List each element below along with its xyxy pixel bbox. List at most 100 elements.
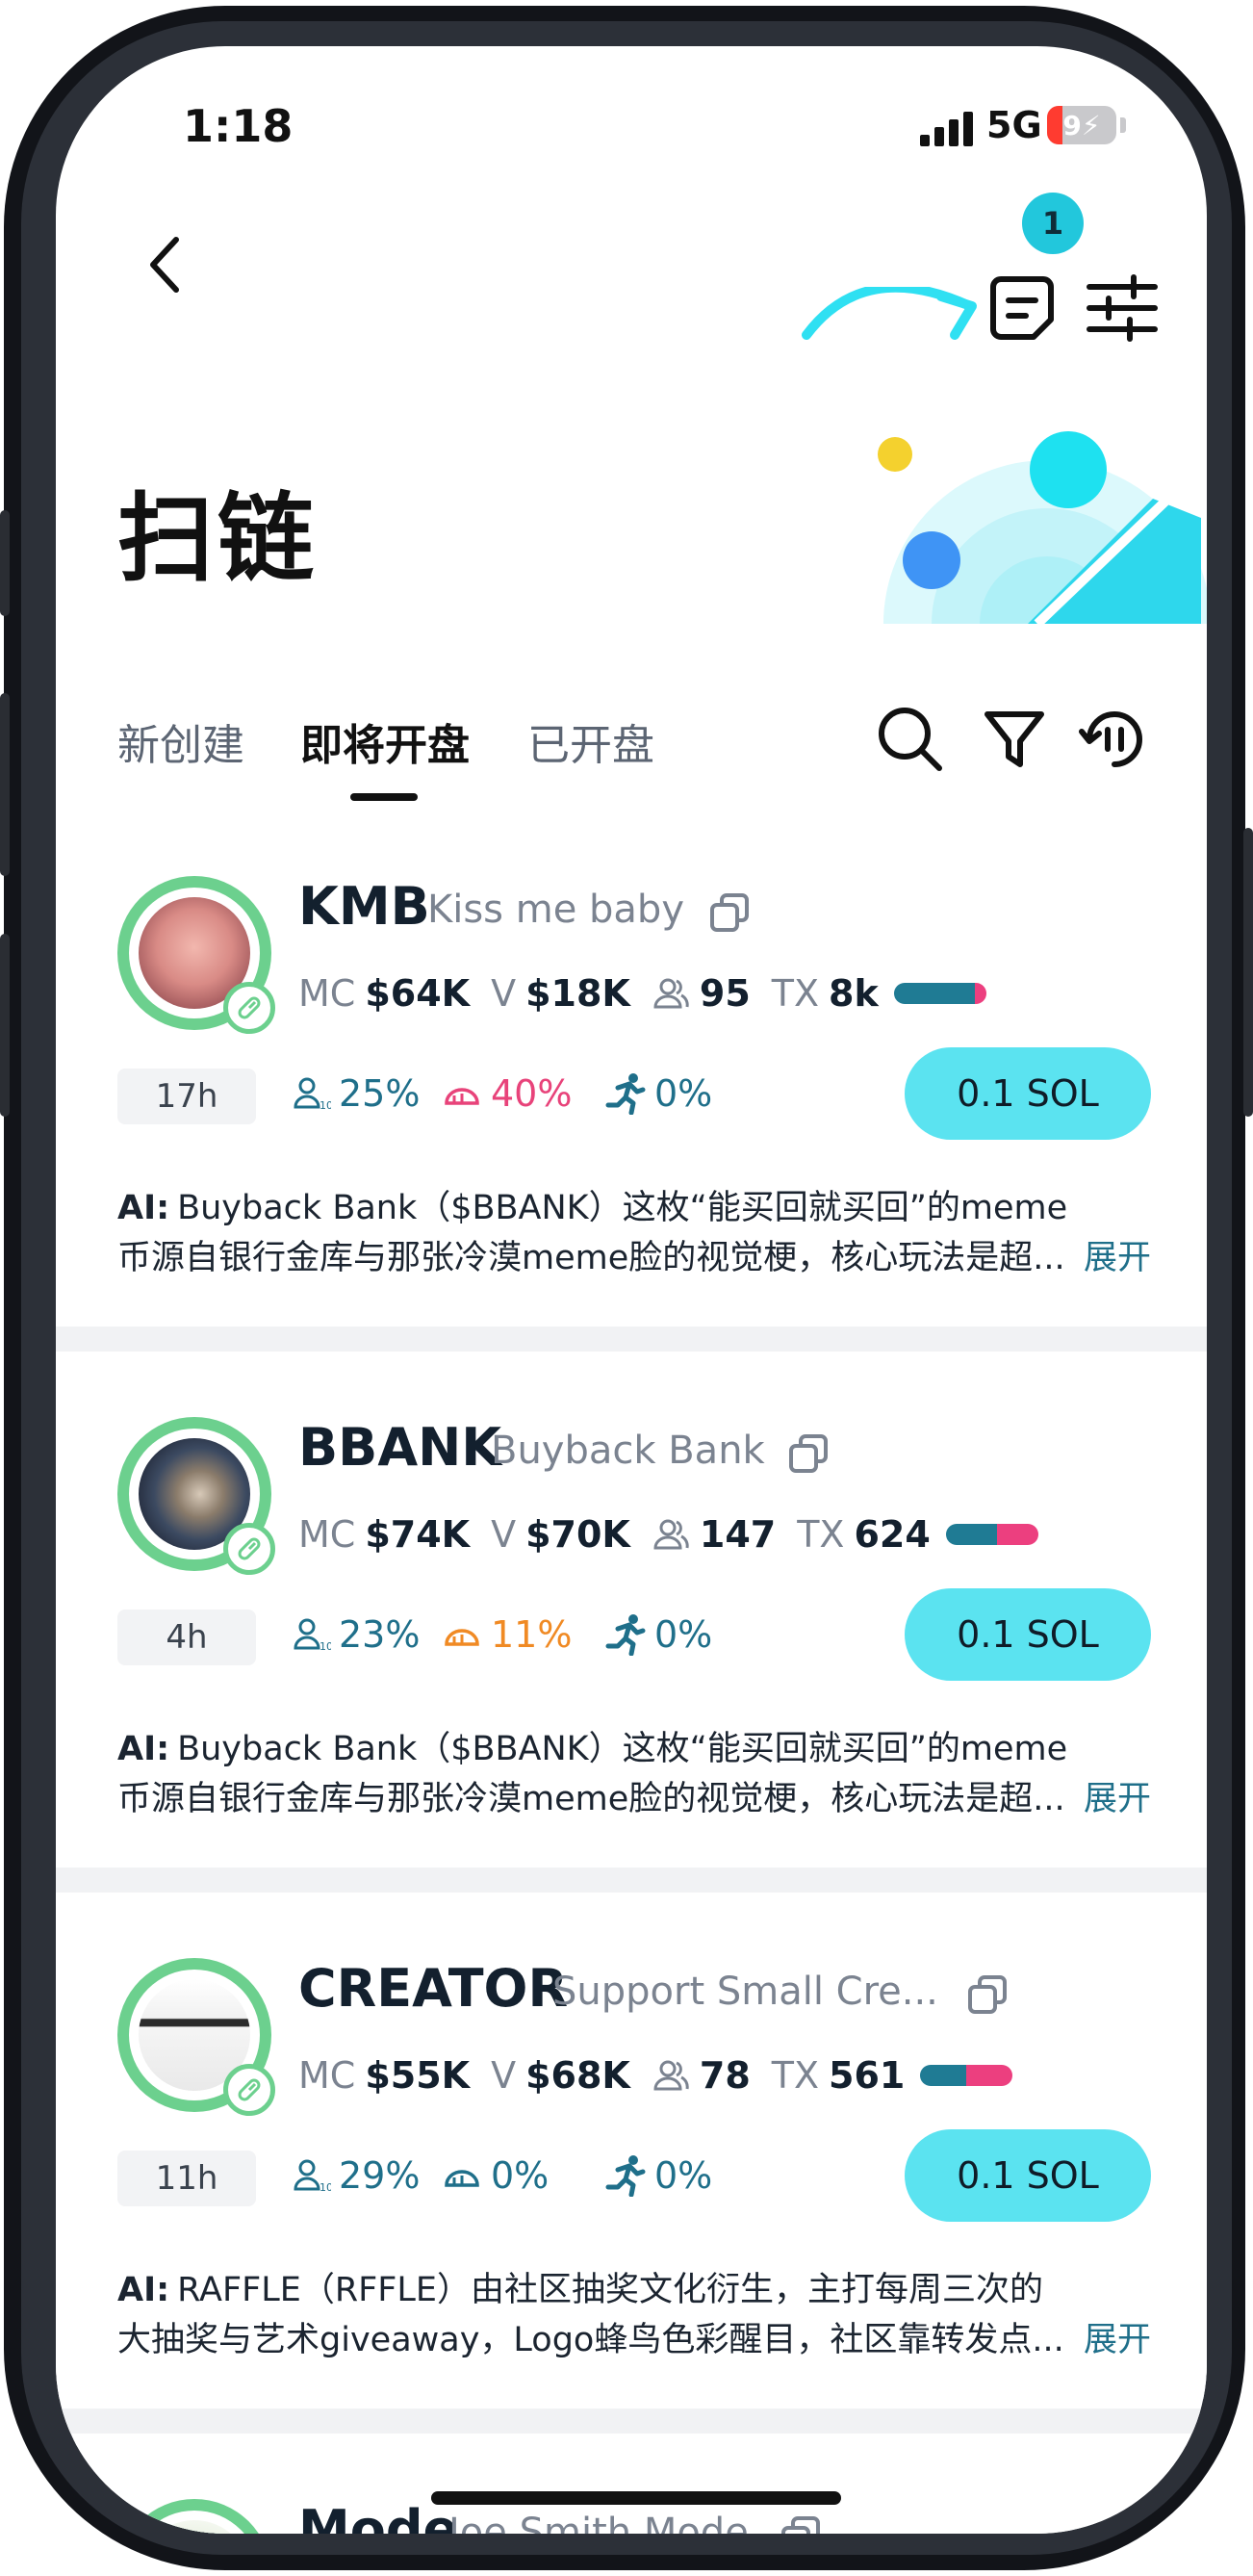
token-name: Kiss me baby	[427, 888, 684, 932]
ai-label: AI:	[117, 1189, 170, 1227]
tx-value: 561	[829, 2054, 906, 2097]
expand-link[interactable]: 展开	[1084, 2312, 1151, 2361]
filter-button[interactable]	[976, 701, 1053, 778]
token-avatar	[117, 876, 275, 1034]
quick-buy-button[interactable]: 0.1 SOL	[905, 1047, 1151, 1140]
card-separator	[56, 1868, 1207, 1893]
token-symbol: CREATOR	[298, 1958, 569, 2019]
token-name: Support Small Cre...	[552, 1970, 938, 2014]
token-image	[139, 2520, 250, 2534]
page-title: 扫链	[117, 482, 318, 595]
expand-link[interactable]: 展开	[1084, 1230, 1151, 1279]
battery-level: 9	[1062, 109, 1082, 142]
volume-value: $18K	[525, 972, 630, 1015]
filter-icon	[984, 711, 1044, 767]
sniper-metric: 0%	[604, 2154, 712, 2197]
token-card[interactable]: KMB Kiss me baby MC $64K V $18K 95 TX 8k…	[56, 816, 1207, 1317]
mc-label: MC	[298, 972, 356, 1015]
dev-value: 40%	[491, 1072, 573, 1115]
holders-icon	[653, 978, 689, 1009]
top10-holders-metric: 10 29%	[293, 2154, 420, 2197]
buy-sell-ratio-bar	[945, 1524, 1038, 1545]
volume-down-button	[0, 934, 10, 1117]
holders-value: 78	[699, 2054, 751, 2097]
tab-upcoming[interactable]: 即将开盘	[300, 710, 470, 772]
svg-text:10: 10	[320, 1640, 331, 1653]
tx-label: TX	[797, 1513, 845, 1556]
ai-text-1: Buyback Bank（$BBANK）这枚“能买回就买回”的meme	[177, 1730, 1068, 1768]
dev-metric: 0%	[441, 2154, 549, 2197]
pill-icon	[223, 1523, 275, 1575]
sniper-value: 0%	[654, 1613, 713, 1656]
svg-text:10: 10	[320, 2181, 331, 2194]
search-button[interactable]	[872, 701, 949, 778]
top10-value: 25%	[339, 1072, 421, 1115]
expand-link[interactable]: 展开	[1084, 1771, 1151, 1820]
tx-label: TX	[771, 972, 820, 1015]
pill-icon	[223, 982, 275, 1034]
ai-summary-line2: 币源自银行金库与那张冷漠meme脸的视觉梗，核心玩法是超...	[117, 1239, 1065, 1277]
top10-holders-metric: 10 25%	[293, 1072, 420, 1115]
market-cap-value: $55K	[365, 2054, 471, 2097]
quick-buy-button[interactable]: 0.1 SOL	[905, 1588, 1151, 1681]
chef-hat-icon	[445, 2170, 479, 2187]
top10-value: 23%	[339, 1613, 421, 1656]
top10-icon: 10	[294, 1618, 331, 1653]
volume-value: $70K	[525, 1513, 630, 1556]
volume-value: $68K	[525, 2054, 630, 2097]
token-stats: MC $55K V $68K 78 TX 561	[298, 2054, 1013, 2097]
tab-opened[interactable]: 已开盘	[527, 710, 654, 772]
battery-nub	[1120, 117, 1126, 133]
volume-label: V	[491, 2054, 517, 2097]
running-icon	[605, 1614, 646, 1656]
market-cap-value: $74K	[365, 1513, 471, 1556]
volume-label: V	[491, 972, 517, 1015]
chevron-left-icon	[150, 237, 179, 293]
power-button	[1243, 828, 1253, 1117]
copy-icon[interactable]	[964, 1971, 1010, 2018]
task-list-button[interactable]	[980, 260, 1072, 352]
mc-label: MC	[298, 2054, 356, 2097]
pause-refresh-button[interactable]	[1076, 701, 1153, 778]
tx-value: 624	[854, 1513, 931, 1556]
token-card[interactable]: BBANK Buyback Bank MC $74K V $70K 147 TX…	[56, 1357, 1207, 1858]
top10-value: 29%	[339, 2154, 421, 2197]
copy-icon[interactable]	[778, 2512, 824, 2534]
ai-summary-line2: 币源自银行金库与那张冷漠meme脸的视觉梗，核心玩法是超...	[117, 1780, 1065, 1818]
copy-icon[interactable]	[706, 889, 753, 936]
document-icon	[990, 276, 1054, 340]
card-separator	[56, 1327, 1207, 1352]
ai-summary-line1: AI: Buyback Bank（$BBANK）这枚“能买回就买回”的meme	[117, 1180, 1067, 1229]
tx-label: TX	[771, 2054, 820, 2097]
dev-metric: 40%	[441, 1072, 572, 1115]
mc-label: MC	[298, 1513, 356, 1556]
copy-icon[interactable]	[785, 1430, 831, 1477]
token-symbol: KMB	[298, 876, 430, 937]
token-age: 11h	[117, 2151, 256, 2206]
token-card[interactable]: CREATOR Support Small Cre... MC $55K V $…	[56, 1898, 1207, 2399]
token-age: 17h	[117, 1069, 256, 1124]
quick-buy-button[interactable]: 0.1 SOL	[905, 2129, 1151, 2222]
back-button[interactable]	[131, 221, 198, 308]
home-indicator[interactable]	[431, 2491, 841, 2505]
status-time: 1:18	[183, 100, 294, 152]
token-card[interactable]: Mode Joe Smith Mode	[56, 2439, 1207, 2534]
ai-text-1: RAFFLE（RFFLE）由社区抽奖文化衍生，主打每周三次的	[177, 2271, 1044, 2309]
dev-value: 11%	[491, 1613, 573, 1656]
buy-sell-ratio-bar	[920, 2065, 1013, 2086]
settings-button[interactable]	[1076, 260, 1168, 352]
network-type: 5G	[986, 104, 1042, 146]
battery-icon: 9 ⚡	[1047, 106, 1116, 144]
search-icon	[879, 708, 942, 771]
holders-value: 147	[699, 1513, 777, 1556]
chef-hat-icon	[445, 1088, 479, 1105]
token-avatar	[117, 2499, 271, 2534]
active-tab-indicator	[350, 793, 418, 801]
ai-summary-line1: AI: Buyback Bank（$BBANK）这枚“能买回就买回”的meme	[117, 1721, 1067, 1770]
top10-holders-metric: 10 23%	[293, 1613, 420, 1656]
sniper-metric: 0%	[604, 1613, 712, 1656]
tab-new-created[interactable]: 新创建	[117, 710, 244, 772]
signal-icon	[920, 112, 973, 146]
phone-screen: 1:18 5G 9 ⚡ 1 扫链 新创建 即将开盘 已开盘 KMB Kiss m…	[56, 46, 1207, 2534]
token-stats: MC $64K V $18K 95 TX 8k	[298, 972, 986, 1015]
